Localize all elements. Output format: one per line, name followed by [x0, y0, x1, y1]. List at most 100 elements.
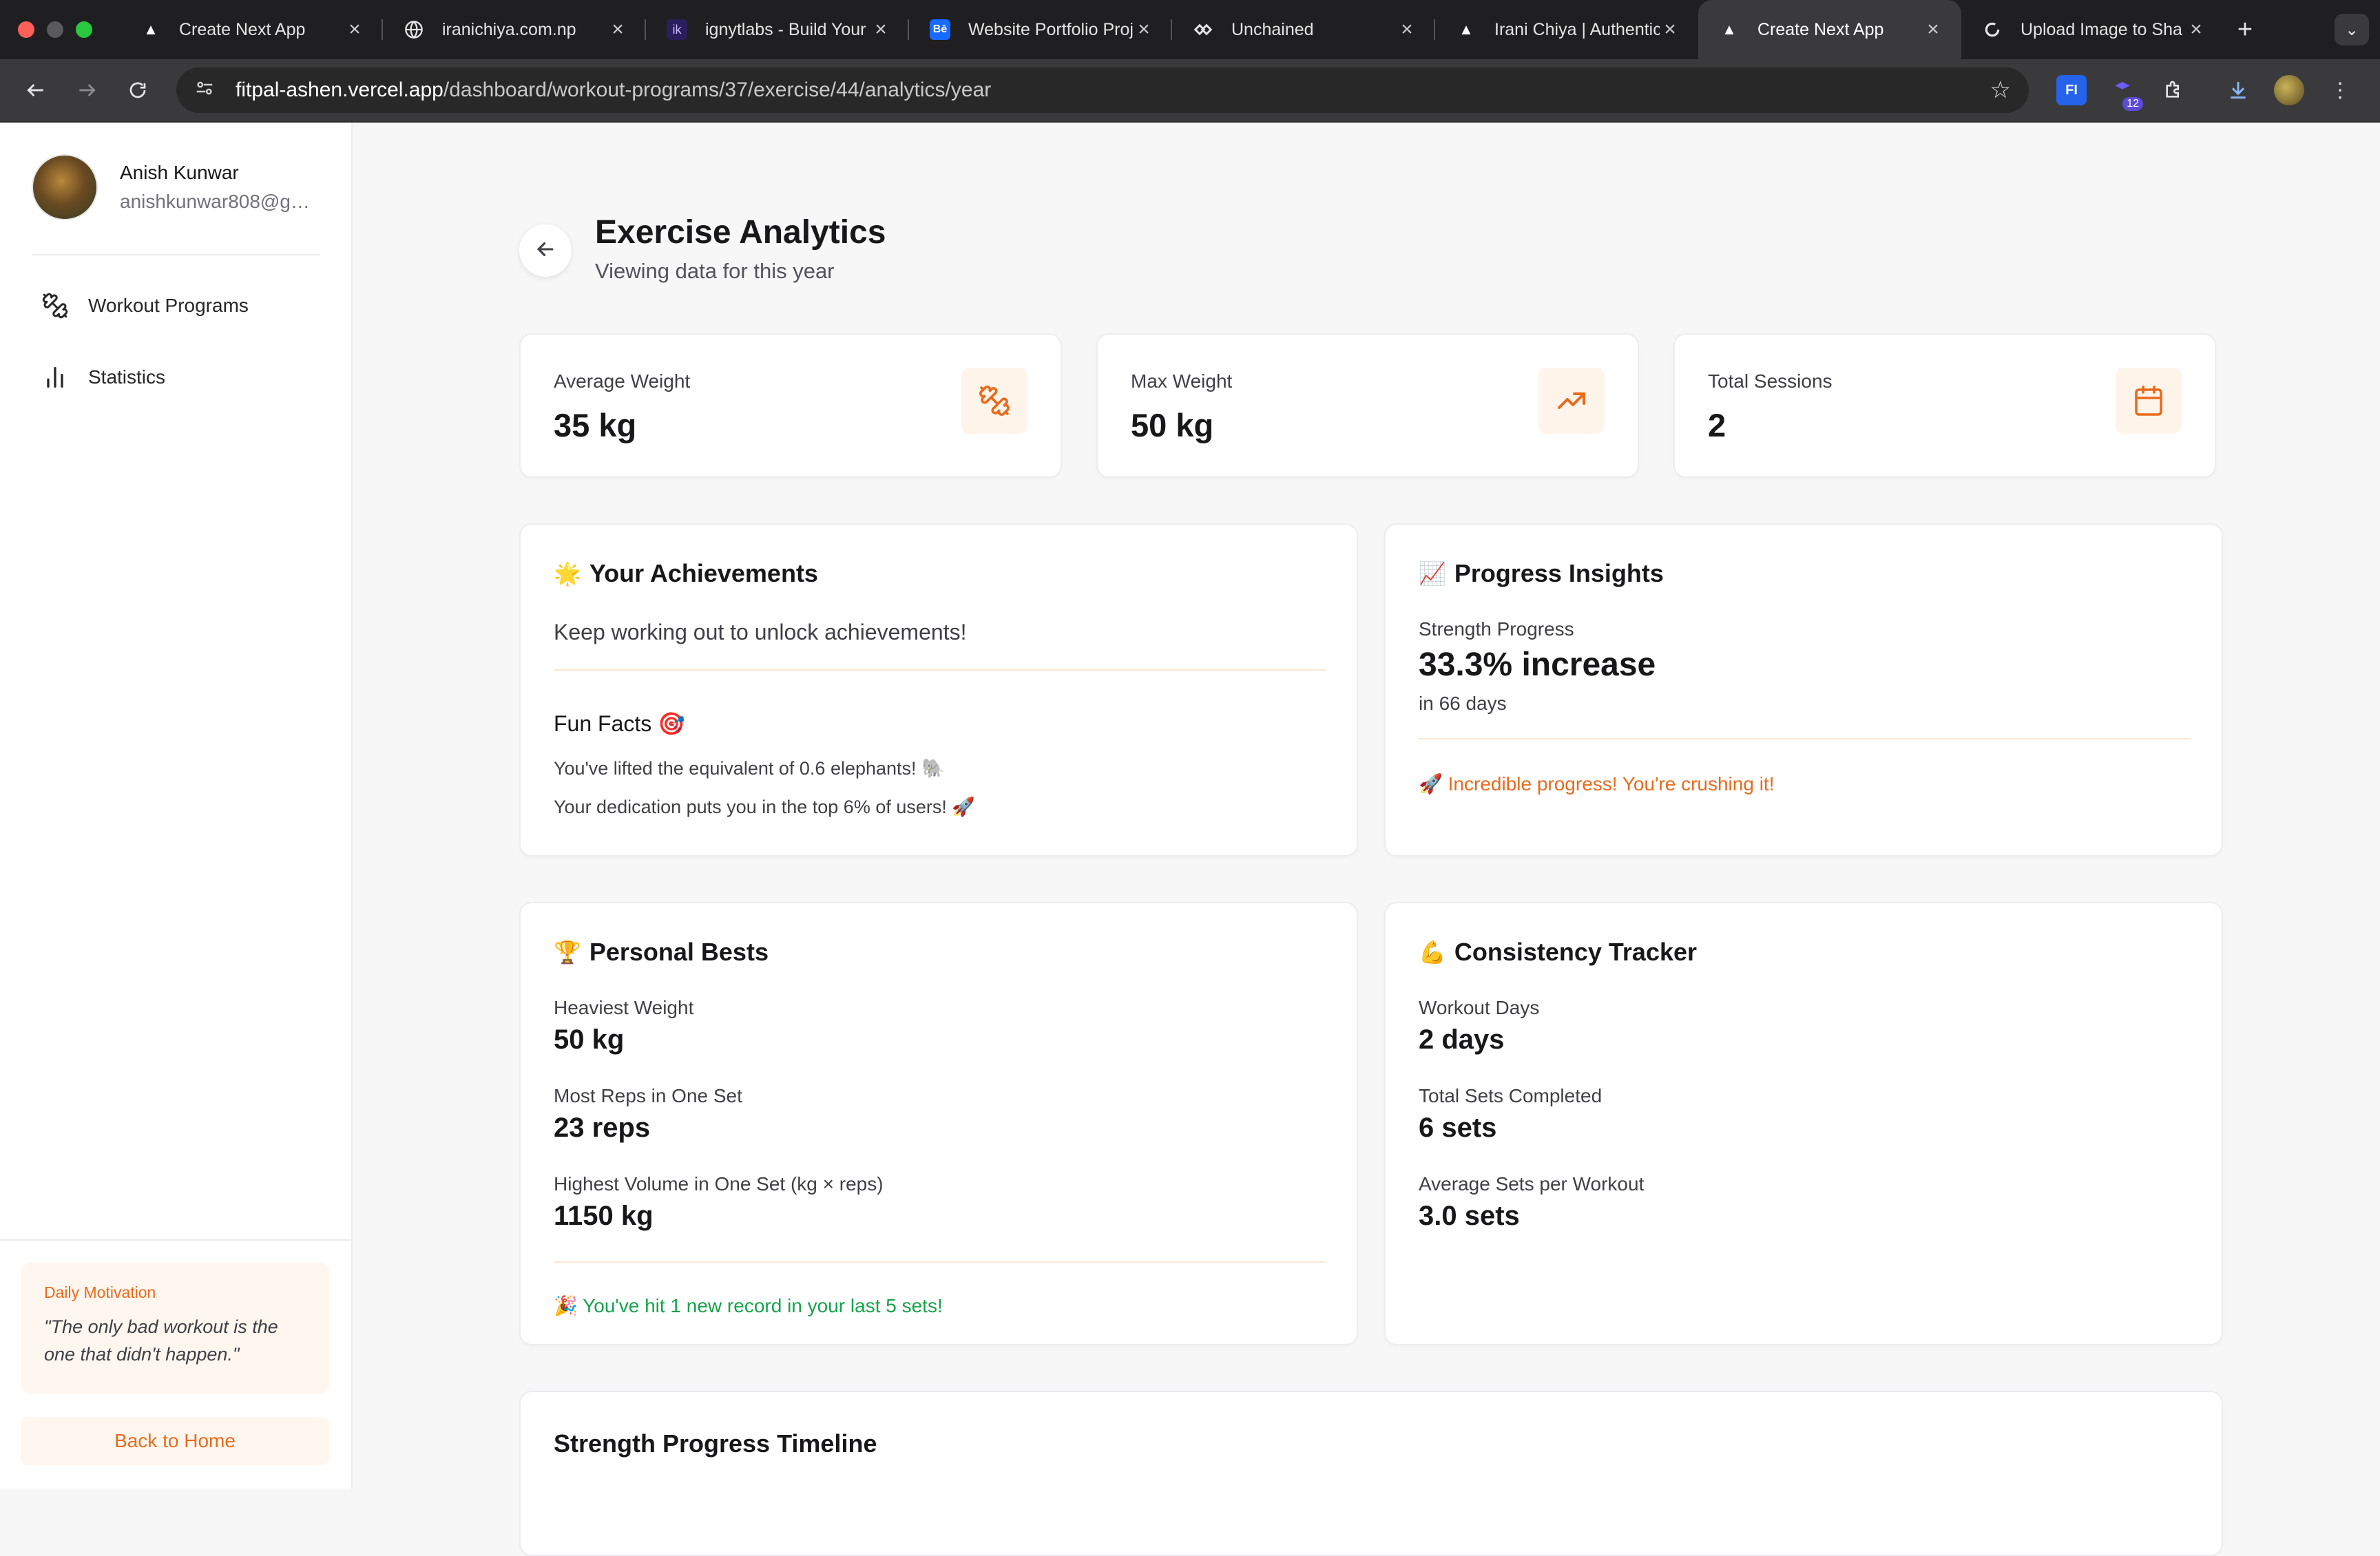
progress-note: 🚀 Incredible progress! You're crushing i…: [1419, 773, 1775, 795]
stat-card-total-sessions: Total Sessions 2: [1673, 333, 2216, 478]
best-label: Heaviest Weight: [554, 997, 694, 1018]
best-label: Highest Volume in One Set (kg × reps): [554, 1173, 884, 1195]
browser-tab[interactable]: ik ignytlabs - Build Your ×: [646, 0, 909, 59]
close-tab-icon[interactable]: ×: [1134, 18, 1154, 41]
browser-tab[interactable]: Upload Image to Sha ×: [1961, 0, 2224, 59]
achievements-message: Keep working out to unlock achievements!: [554, 620, 967, 644]
behance-icon: Bē: [930, 19, 950, 40]
close-tab-icon[interactable]: ×: [1923, 18, 1943, 41]
maximize-window-button[interactable]: [76, 21, 92, 38]
stat-card-average-weight: Average Weight 35 kg: [519, 333, 1062, 478]
tab-title: Create Next App: [1757, 19, 1884, 39]
minimize-window-button[interactable]: [47, 21, 63, 38]
divider: [32, 254, 320, 255]
user-email: anishkunwar808@gmail.com: [120, 191, 313, 212]
extension-badge-count: 12: [2122, 97, 2143, 111]
stat-value: 2: [1708, 407, 1726, 443]
extensions-area: FI 12 ⋮: [2056, 75, 2355, 111]
sidebar: Anish Kunwar anishkunwar808@gmail.com Wo…: [0, 123, 353, 1489]
motivation-label: Daily Motivation: [44, 1283, 156, 1301]
triangle-icon: ▲: [1722, 21, 1737, 38]
browser-tab-strip: ▲ Create Next App × iranichiya.com.np × …: [0, 0, 2380, 59]
tab-title: Website Portfolio Proj: [968, 19, 1134, 39]
sidebar-item-statistics[interactable]: Statistics: [41, 364, 165, 391]
user-profile: Anish Kunwar anishkunwar808@gmail.com: [32, 154, 313, 220]
card-title: Strength Progress Timeline: [554, 1429, 877, 1458]
back-to-home-button[interactable]: Back to Home: [21, 1417, 329, 1465]
browser-tab[interactable]: Unchained ×: [1172, 0, 1435, 59]
tab-title: Upload Image to Sha: [2021, 19, 2182, 39]
consistency-label: Total Sets Completed: [1419, 1085, 1603, 1106]
address-bar[interactable]: fitpal-ashen.vercel.app/dashboard/workou…: [176, 67, 2029, 113]
timeline-title: Strength Progress Timeline: [554, 1429, 877, 1458]
stat-label: Max Weight: [1131, 370, 1233, 392]
window-controls: [0, 21, 120, 38]
page-title: Exercise Analytics: [595, 214, 886, 251]
close-tab-icon[interactable]: ×: [344, 18, 365, 41]
stat-label: Average Weight: [554, 370, 691, 392]
extension-badge-icon[interactable]: 12: [2107, 75, 2143, 111]
stat-label: Total Sessions: [1708, 370, 1833, 392]
forward-nav-button[interactable]: [65, 68, 109, 112]
best-value: 50 kg: [554, 1024, 625, 1055]
close-tab-icon[interactable]: ×: [870, 18, 891, 41]
achievements-title: Your Achievements: [589, 559, 818, 587]
new-tab-button[interactable]: +: [2224, 15, 2266, 45]
close-tab-icon[interactable]: ×: [1660, 18, 1680, 41]
profile-avatar[interactable]: [2274, 75, 2304, 105]
site-info-icon[interactable]: [194, 78, 222, 103]
divider: [554, 669, 1326, 671]
strength-progress-label: Strength Progress: [1419, 618, 1574, 640]
fun-facts-title: Fun Facts 🎯: [554, 711, 685, 736]
menu-kebab-icon[interactable]: ⋮: [2325, 75, 2355, 105]
star-icon: 🌟: [554, 561, 581, 586]
daily-motivation-card: Daily Motivation "The only bad workout i…: [21, 1263, 329, 1394]
best-value: 1150 kg: [554, 1201, 654, 1231]
calendar-icon: [2116, 368, 2182, 434]
download-icon[interactable]: [2223, 75, 2253, 105]
flexed-biceps-icon: 💪: [1419, 940, 1446, 965]
browser-tab-active[interactable]: ▲ Create Next App ×: [1698, 0, 1961, 59]
card-title: 🌟 Your Achievements: [554, 559, 818, 588]
fi-extension-icon[interactable]: FI: [2056, 75, 2087, 105]
consistency-title: Consistency Tracker: [1454, 938, 1698, 966]
card-title: 💪 Consistency Tracker: [1419, 938, 1697, 967]
strength-timeline-card: Strength Progress Timeline: [519, 1391, 2223, 1556]
close-tab-icon[interactable]: ×: [607, 18, 628, 41]
browser-tab[interactable]: ▲ Irani Chiya | Authentic ×: [1435, 0, 1698, 59]
reload-button[interactable]: [116, 68, 160, 112]
divider: [0, 1239, 351, 1241]
close-window-button[interactable]: [18, 21, 34, 38]
consistency-label: Workout Days: [1419, 997, 1540, 1018]
best-value: 23 reps: [554, 1113, 651, 1143]
consistency-tracker-card: 💪 Consistency Tracker Workout Days 2 day…: [1384, 902, 2223, 1345]
ignytlabs-icon: ik: [667, 19, 687, 40]
motivation-quote: "The only bad workout is the one that di…: [44, 1316, 278, 1365]
personal-bests-title: Personal Bests: [589, 938, 769, 966]
best-label: Most Reps in One Set: [554, 1085, 742, 1106]
stat-card-max-weight: Max Weight 50 kg: [1096, 333, 1639, 478]
divider: [554, 1261, 1326, 1263]
browser-tab[interactable]: Bē Website Portfolio Proj ×: [909, 0, 1172, 59]
close-tab-icon[interactable]: ×: [2186, 18, 2206, 41]
browser-tab[interactable]: ▲ Create Next App ×: [120, 0, 383, 59]
dumbbell-icon: [961, 368, 1027, 434]
personal-bests-card: 🏆 Personal Bests Heaviest Weight 50 kg M…: [519, 902, 1358, 1345]
consistency-value: 3.0 sets: [1419, 1201, 1520, 1231]
tab-title: ignytlabs - Build Your: [705, 19, 866, 39]
puzzle-icon[interactable]: [2158, 75, 2189, 105]
tab-title: iranichiya.com.np: [442, 19, 576, 39]
records-note: 🎉 You've hit 1 new record in your last 5…: [554, 1295, 943, 1316]
sidebar-item-workout-programs[interactable]: Workout Programs: [41, 292, 249, 319]
strength-progress-period: in 66 days: [1419, 693, 1507, 714]
bookmark-star-icon[interactable]: ☆: [1990, 76, 2011, 104]
triangle-icon: ▲: [1459, 21, 1474, 38]
tab-search-button[interactable]: ⌄: [2335, 14, 2369, 45]
user-name: Anish Kunwar: [120, 162, 239, 183]
browser-tab[interactable]: iranichiya.com.np ×: [383, 0, 646, 59]
trophy-icon: 🏆: [554, 940, 581, 965]
back-button[interactable]: [519, 224, 572, 277]
strength-progress-value: 33.3% increase: [1419, 646, 1656, 683]
close-tab-icon[interactable]: ×: [1397, 18, 1417, 41]
back-nav-button[interactable]: [14, 68, 58, 112]
